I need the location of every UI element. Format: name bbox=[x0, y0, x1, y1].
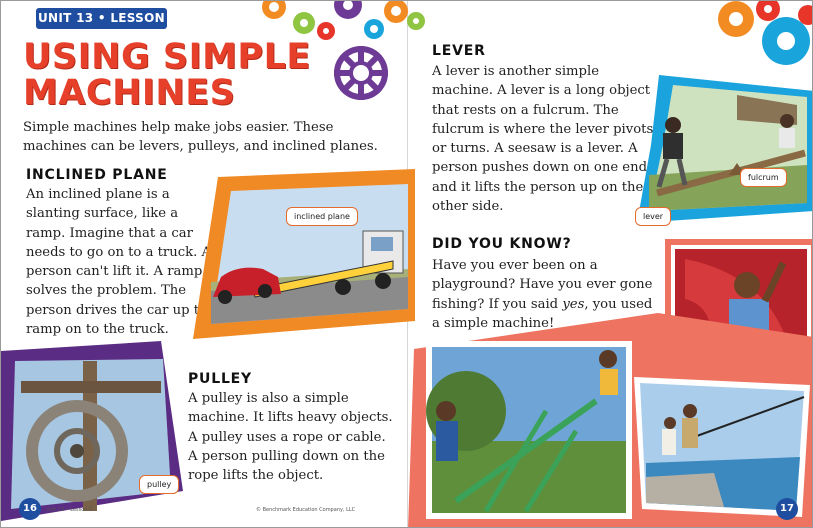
inclined-plane-paragraph: An inclined plane is a slanting surface,… bbox=[26, 187, 216, 338]
lever-heading: LEVER bbox=[432, 43, 486, 59]
inclined-plane-label: inclined plane bbox=[286, 207, 358, 226]
book-spread: UNIT 13 • LESSON 5 USING SIMPLE MACHINES… bbox=[0, 0, 813, 528]
playground-photo bbox=[426, 341, 632, 519]
lever-label: lever bbox=[635, 207, 672, 226]
fishing-photo bbox=[634, 377, 810, 517]
lever-paragraph: A lever is another simple machine. A lev… bbox=[432, 64, 654, 215]
pulley-heading: PULLEY bbox=[188, 371, 252, 387]
pulley-paragraph: A pulley is also a simple machine. It li… bbox=[188, 391, 393, 484]
footer-copyright: © Benchmark Education Company, LLC bbox=[256, 507, 356, 513]
right-page-number: 17 bbox=[776, 498, 798, 520]
left-page-number: 16 bbox=[19, 498, 41, 520]
unit-lesson-badge: UNIT 13 • LESSON 5 bbox=[36, 8, 167, 46]
pulley-photo bbox=[1, 341, 183, 521]
did-you-know-heading: DID YOU KNOW? bbox=[432, 236, 572, 252]
title-line-2: MACHINES bbox=[23, 73, 236, 113]
footer-lesson-text: Unit 13 • Lesson 5 bbox=[46, 507, 93, 513]
title-line-1: USING SIMPLE bbox=[23, 37, 311, 77]
dyk-emphasis: yes bbox=[562, 296, 585, 312]
intro-paragraph: Simple machines help make jobs easier. T… bbox=[23, 120, 378, 155]
lever-seesaw-photo bbox=[637, 75, 812, 223]
inclined-plane-heading: INCLINED PLANE bbox=[26, 167, 168, 183]
gears-corner-icon bbox=[718, 1, 812, 65]
fulcrum-label: fulcrum bbox=[740, 168, 787, 187]
inclined-plane-photo bbox=[193, 169, 415, 339]
page-title: USING SIMPLE MACHINES bbox=[23, 39, 311, 111]
pulley-label: pulley bbox=[139, 475, 180, 494]
